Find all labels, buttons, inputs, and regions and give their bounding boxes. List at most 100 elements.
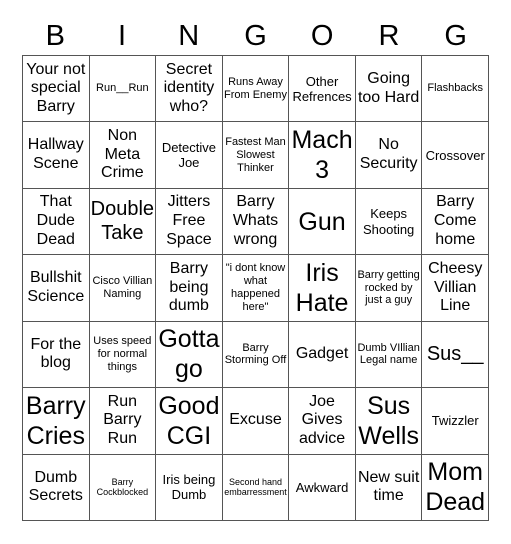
bingo-cell-text: Your not special Barry — [26, 60, 86, 116]
bingo-cell[interactable]: Detective Joe — [156, 122, 223, 189]
header-letter: G — [244, 20, 267, 52]
bingo-cell-text: Detective Joe — [161, 139, 217, 171]
bingo-cell[interactable]: Awkward — [289, 454, 356, 521]
bingo-cell-text: Gadget — [295, 345, 349, 363]
bingo-cell[interactable]: Crossover — [422, 122, 489, 189]
bingo-cell[interactable]: Sus__ — [422, 321, 489, 389]
bingo-cell-text: Cheesy Villian Line — [428, 259, 483, 315]
bingo-cell-text: Double Take — [90, 198, 155, 244]
bingo-cell[interactable]: Cheesy Villian Line — [422, 255, 489, 322]
bingo-cell-text: Awkward — [295, 479, 349, 495]
bingo-cell[interactable]: Mach 3 — [289, 122, 356, 189]
bingo-cell-text: For the blog — [30, 335, 82, 372]
bingo-cell[interactable]: Barry Storming Off — [222, 321, 290, 389]
bingo-cell-text: Mach 3 — [291, 126, 353, 185]
bingo-cell[interactable]: Good CGI — [156, 388, 223, 455]
bingo-cell[interactable]: Twizzler — [422, 388, 489, 455]
bingo-cell-text: Good CGI — [158, 391, 220, 450]
bingo-cell[interactable]: "i dont know what happened here" — [222, 255, 290, 322]
header-letter: I — [118, 20, 127, 52]
bingo-cell[interactable]: Barry Cockblocked — [89, 454, 157, 521]
bingo-cell-text: Runs Away From Enemy — [224, 75, 287, 101]
bingo-cell-text: Gun — [298, 207, 346, 236]
bingo-cell[interactable]: Fastest Man Slowest Thinker — [222, 122, 290, 189]
bingo-cell-text: Cisco Villian Naming — [92, 275, 153, 300]
bingo-cell[interactable]: New suit time — [355, 454, 423, 521]
bingo-cell[interactable]: For the blog — [23, 321, 90, 389]
bingo-cell-text: Sus Wells — [358, 391, 419, 450]
bingo-cell[interactable]: Jitters Free Space — [156, 188, 223, 256]
bingo-cell[interactable]: Gotta go — [156, 321, 223, 389]
bingo-cell[interactable]: Sus Wells — [355, 388, 423, 455]
bingo-cell-text: Iris Hate — [295, 258, 349, 317]
bingo-cell[interactable]: Excuse — [222, 388, 290, 455]
bingo-cell[interactable]: Non Meta Crime — [89, 122, 157, 189]
bingo-cell-text: Excuse — [229, 411, 282, 429]
bingo-cell-text: Barry Come home — [433, 193, 477, 248]
header-letter: O — [310, 20, 334, 52]
bingo-cell[interactable]: Your not special Barry — [23, 56, 90, 123]
bingo-cell[interactable]: Cisco Villian Naming — [89, 255, 157, 322]
bingo-cell-text: Twizzler — [431, 413, 479, 429]
bingo-cell[interactable]: Second hand embarressment — [222, 454, 290, 521]
bingo-cell-text: Barry Cockblocked — [96, 476, 149, 498]
bingo-header: B I N G O R G — [22, 18, 489, 54]
bingo-cell[interactable]: Hallway Scene — [23, 122, 90, 189]
bingo-cell[interactable]: Run Barry Run — [89, 388, 157, 455]
bingo-cell-text: Bullshit Science — [27, 269, 85, 305]
bingo-cell[interactable]: Dumb VIllian Legal name — [355, 321, 423, 389]
bingo-cell[interactable]: Double Take — [89, 188, 157, 256]
bingo-cell-text: Jitters Free Space — [166, 193, 212, 248]
bingo-cell[interactable]: Barry Whats wrong — [222, 188, 290, 256]
bingo-cell-text: "i dont know what happened here" — [225, 262, 286, 313]
bingo-cell[interactable]: Going too Hard — [355, 56, 423, 123]
bingo-grid: Your not special Barry Run__Run Secret ide… — [22, 55, 489, 521]
bingo-cell[interactable]: Barry Come home — [422, 188, 489, 256]
bingo-cell-text: Run__Run — [96, 82, 149, 95]
bingo-cell-text: Dumb VIllian Legal name — [357, 341, 420, 367]
header-letter: B — [45, 20, 66, 52]
bingo-cell[interactable]: Barry getting rocked by just a guy — [355, 255, 423, 322]
bingo-cell[interactable]: Run__Run — [89, 56, 157, 123]
bingo-cell[interactable]: Bullshit Science — [23, 255, 90, 322]
bingo-cell-text: Barry getting rocked by just a guy — [357, 268, 420, 307]
bingo-cell[interactable]: Secret identity who? — [156, 56, 223, 123]
bingo-cell[interactable]: Iris being Dumb — [156, 454, 223, 521]
bingo-cell-text: Barry Cries — [25, 391, 86, 450]
bingo-cell[interactable]: Iris Hate — [289, 255, 356, 322]
bingo-cell-text: Fastest Man Slowest Thinker — [225, 135, 286, 174]
bingo-cell[interactable]: Gun — [289, 188, 356, 256]
bingo-cell[interactable]: Uses speed for normal things — [89, 321, 157, 389]
bingo-cell-text: Sus__ — [426, 342, 484, 365]
bingo-cell-text: That Dude Dead — [36, 193, 75, 248]
bingo-cell-text: Keeps Shooting — [362, 206, 415, 237]
bingo-cell-text: Second hand embarressment — [224, 476, 287, 498]
bingo-cell-text: Hallway Scene — [27, 136, 84, 173]
bingo-cell-text: Iris being Dumb — [162, 472, 216, 503]
bingo-cell[interactable]: Other Refrences — [289, 56, 356, 123]
bingo-cell[interactable]: No Security — [355, 122, 423, 189]
bingo-cell-text: Barry Storming Off — [224, 341, 287, 367]
bingo-cell-text: Barry Whats wrong — [232, 193, 279, 248]
bingo-cell[interactable]: That Dude Dead — [23, 188, 90, 256]
bingo-cell[interactable]: Barry being dumb — [156, 255, 223, 322]
bingo-cell[interactable]: Barry Cries — [23, 388, 90, 455]
bingo-cell-text: Secret identity who? — [163, 60, 215, 116]
header-letter: N — [178, 20, 200, 52]
bingo-cell[interactable]: Gadget — [289, 321, 356, 389]
bingo-cell[interactable]: Flashbacks — [422, 56, 489, 123]
bingo-cell-text: Mom Dead — [425, 458, 486, 517]
bingo-cell[interactable]: Dumb Secrets — [23, 454, 90, 521]
header-letter: R — [378, 20, 400, 52]
bingo-cell-text: Dumb Secrets — [28, 468, 83, 505]
bingo-cell-text: New suit time — [357, 468, 420, 505]
bingo-cell[interactable]: Keeps Shooting — [355, 188, 423, 256]
bingo-cell[interactable]: Mom Dead — [422, 454, 489, 521]
bingo-cell-text: Gotta go — [158, 325, 220, 384]
bingo-cell-text: Other Refrences — [292, 73, 352, 104]
bingo-cell[interactable]: Joe Gives advice — [289, 388, 356, 455]
bingo-cell-text: Flashbacks — [427, 82, 484, 95]
bingo-cell[interactable]: Runs Away From Enemy — [222, 56, 290, 123]
header-letter: G — [444, 20, 467, 52]
bingo-cell-text: Crossover — [425, 147, 485, 163]
